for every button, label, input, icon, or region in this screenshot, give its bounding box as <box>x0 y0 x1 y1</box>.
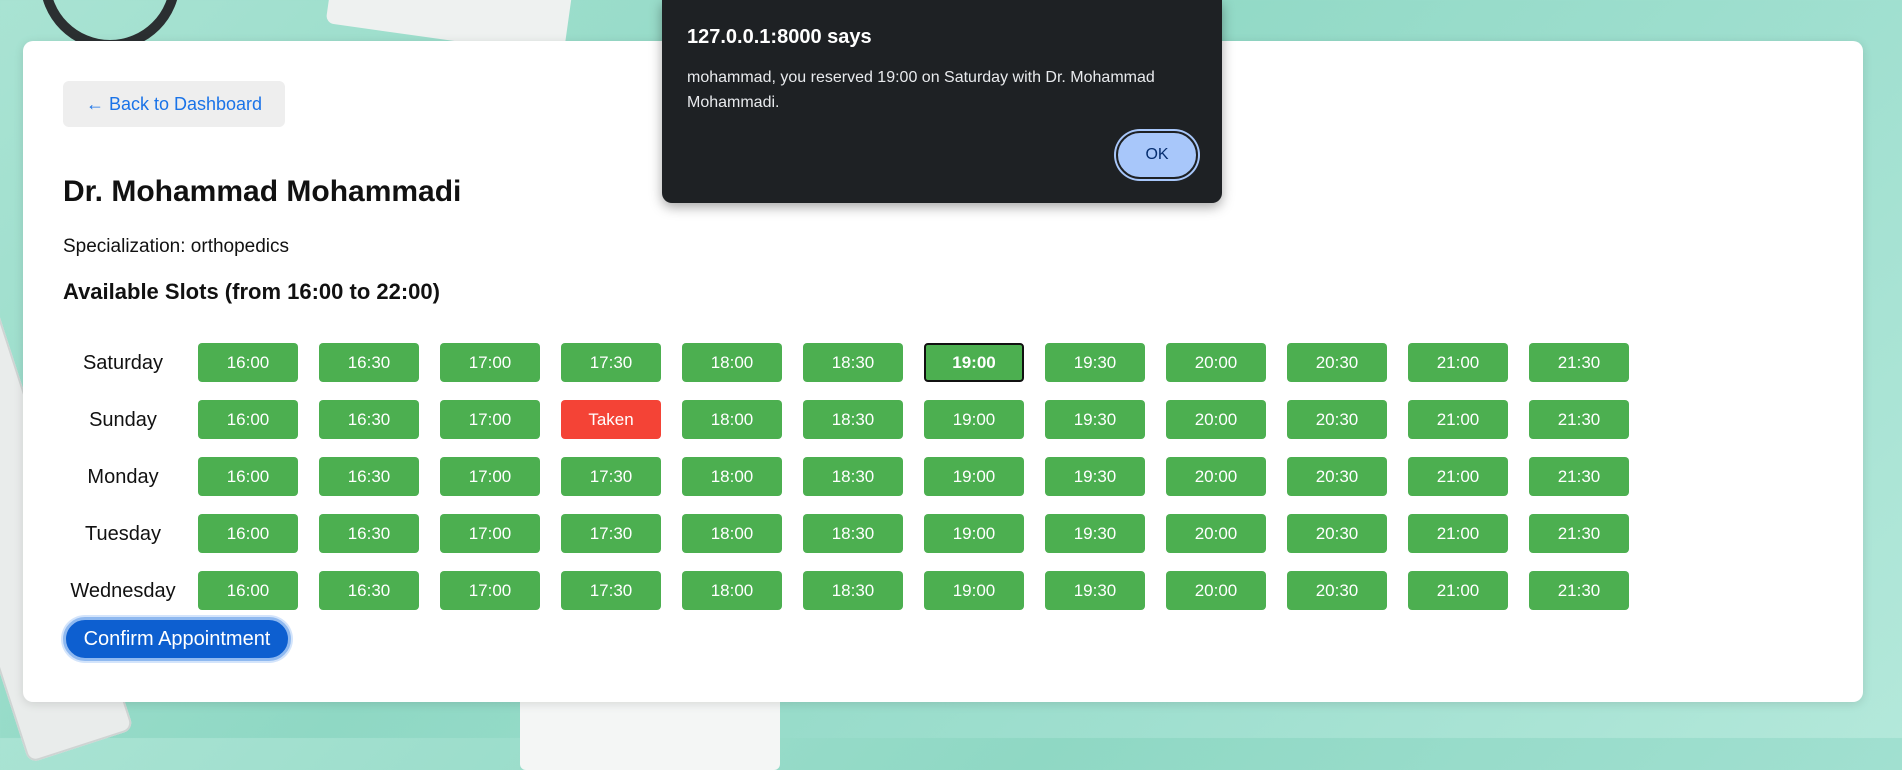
time-slot-button[interactable]: 16:30 <box>319 343 419 382</box>
day-row: Wednesday 16:00 16:30 17:00 17:30 18:00 18:30 1… <box>63 571 1629 611</box>
time-slot-button[interactable]: 20:00 <box>1166 343 1266 382</box>
time-slot-button[interactable]: 17:30 <box>561 457 661 496</box>
time-slot-button[interactable]: 17:00 <box>440 514 540 553</box>
time-slot-button[interactable]: 18:30 <box>803 571 903 610</box>
doctor-specialization: Specialization: orthopedics <box>63 236 290 257</box>
time-slot-button[interactable]: 18:30 <box>803 343 903 382</box>
time-slot-button[interactable]: 20:00 <box>1166 571 1266 610</box>
time-slot-button[interactable]: 19:00 <box>924 514 1024 553</box>
time-slot-button[interactable]: 18:00 <box>682 571 782 610</box>
time-slot-button[interactable]: 17:30 <box>561 343 661 382</box>
time-slot-button[interactable]: 18:30 <box>803 457 903 496</box>
time-slot-button[interactable]: 18:30 <box>803 400 903 439</box>
time-slot-button[interactable]: 19:00 <box>924 457 1024 496</box>
time-slot-button[interactable]: 19:30 <box>1045 514 1145 553</box>
back-to-dashboard-button[interactable]: ← Back to Dashboard <box>63 81 285 127</box>
time-slot-button[interactable]: 21:30 <box>1529 343 1629 382</box>
time-slot-button[interactable]: 18:00 <box>682 514 782 553</box>
time-slot-button[interactable]: 21:30 <box>1529 457 1629 496</box>
time-slot-button[interactable]: 20:00 <box>1166 400 1266 439</box>
time-slot-button[interactable]: 20:00 <box>1166 457 1266 496</box>
dialog-title: 127.0.0.1:8000 says <box>687 26 872 48</box>
day-row: Tuesday 16:00 16:30 17:00 17:30 18:00 18:30 19:… <box>63 514 1629 554</box>
time-slot-button[interactable]: 21:00 <box>1408 514 1508 553</box>
alert-dialog: 127.0.0.1:8000 says mohammad, you reserv… <box>662 0 1222 203</box>
time-slot-button[interactable]: 19:30 <box>1045 457 1145 496</box>
time-slot-button[interactable]: 21:00 <box>1408 457 1508 496</box>
day-label: Saturday <box>82 351 164 374</box>
day-label: Tuesday <box>85 522 161 545</box>
time-slot-button[interactable]: 18:00 <box>682 457 782 496</box>
day-row: Saturday 16:00 16:30 17:00 17:30 18:00 18:30 19… <box>63 343 1629 383</box>
slot-taken[interactable]: Taken <box>561 400 661 439</box>
time-slot-button[interactable]: 19:30 <box>1045 343 1145 382</box>
time-slot-button[interactable]: 17:00 <box>440 571 540 610</box>
time-slot-button[interactable]: 20:30 <box>1287 571 1387 610</box>
time-slot-button[interactable]: 20:30 <box>1287 400 1387 439</box>
time-slot-button[interactable]: 17:00 <box>440 343 540 382</box>
time-slot-button[interactable]: 20:30 <box>1287 457 1387 496</box>
confirm-appointment-button[interactable]: Confirm Appointment <box>63 617 291 661</box>
time-slot-button[interactable]: 16:30 <box>319 571 419 610</box>
time-slot-button[interactable]: 18:30 <box>803 514 903 553</box>
dialog-message: mohammad, you reserved 19:00 on Saturday… <box>687 69 1155 111</box>
background-notebook <box>520 690 780 770</box>
time-slot-button[interactable]: 20:30 <box>1287 514 1387 553</box>
day-row: Sunday 16:00 16:30 17:00 Taken 18:00 18:30 19:0… <box>63 400 1629 440</box>
time-slot-button[interactable]: 20:30 <box>1287 343 1387 382</box>
time-slot-button[interactable]: 18:00 <box>682 343 782 382</box>
time-slot-button[interactable]: 19:00 <box>924 571 1024 610</box>
time-slot-button[interactable]: 16:30 <box>319 514 419 553</box>
time-slot-button[interactable]: 17:00 <box>440 457 540 496</box>
day-label: Wednesday <box>70 579 176 602</box>
time-slot-button[interactable]: 21:00 <box>1408 400 1508 439</box>
time-slot-button[interactable]: 21:30 <box>1529 400 1629 439</box>
time-slot-button[interactable]: 17:30 <box>561 571 661 610</box>
time-slot-button[interactable]: 17:30 <box>561 514 661 553</box>
day-label: Sunday <box>89 408 157 431</box>
time-slot-button[interactable]: 16:30 <box>319 457 419 496</box>
time-slot-button[interactable]: 16:00 <box>198 514 298 553</box>
time-slot-button[interactable]: 21:30 <box>1529 571 1629 610</box>
doctor-name: Dr. Mohammad Mohammadi <box>63 175 462 208</box>
time-slot-button[interactable]: 18:00 <box>682 400 782 439</box>
time-slot-button[interactable]: 16:00 <box>198 457 298 496</box>
time-slot-button[interactable]: 16:00 <box>198 400 298 439</box>
time-slot-button[interactable]: 17:00 <box>440 400 540 439</box>
dialog-ok-button[interactable]: OK <box>1116 131 1198 179</box>
day-row: Monday 16:00 16:30 17:00 17:30 18:00 18:30 19:0… <box>63 457 1629 497</box>
day-label: Monday <box>87 465 159 488</box>
slots-title: Available Slots (from 16:00 to 22:00) <box>63 279 440 304</box>
time-slot-button[interactable]: 19:30 <box>1045 400 1145 439</box>
time-slot-button[interactable]: 16:30 <box>319 400 419 439</box>
time-slot-button[interactable]: 20:00 <box>1166 514 1266 553</box>
time-slot-button[interactable]: 21:00 <box>1408 343 1508 382</box>
time-slot-button[interactable]: 21:30 <box>1529 514 1629 553</box>
time-slot-button[interactable]: 19:00 <box>924 343 1024 382</box>
time-slot-button[interactable]: 21:00 <box>1408 571 1508 610</box>
time-slot-button[interactable]: 19:00 <box>924 400 1024 439</box>
time-slot-button[interactable]: 16:00 <box>198 343 298 382</box>
time-slot-button[interactable]: 19:30 <box>1045 571 1145 610</box>
time-slot-button[interactable]: 16:00 <box>198 571 298 610</box>
